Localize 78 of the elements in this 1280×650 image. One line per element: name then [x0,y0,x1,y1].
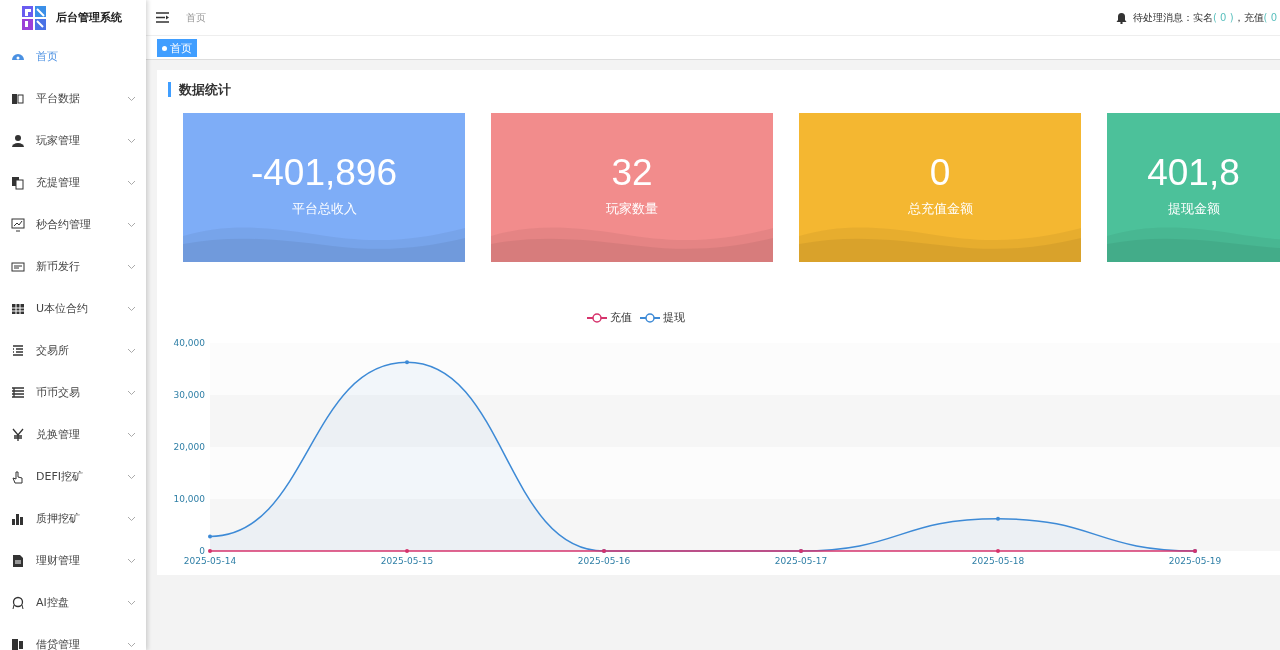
data-point [405,360,409,364]
chevron-down-icon [127,306,136,312]
list-icon [11,386,25,400]
sidebar-item[interactable]: 质押挖矿 [0,498,146,540]
sidebar-item[interactable]: 交易所 [0,330,146,372]
sidebar-item[interactable]: 借贷管理 [0,624,146,650]
chevron-down-icon [127,516,136,522]
chevron-down-icon [127,390,136,396]
logo-icon [22,6,46,30]
x-tick-label: 2025-05-16 [577,555,631,566]
data-point [208,548,212,553]
sidebar-item[interactable]: 秒合约管理 [0,204,146,246]
sidebar-item[interactable]: 平台数据 [0,78,146,120]
user-icon [11,134,25,148]
x-tick-label: 2025-05-17 [774,555,828,566]
y-tick-label: 10,000 [173,493,205,504]
x-tick-label: 2025-05-18 [971,555,1025,566]
notice-text: 待处理消息：实名( 0 )，充值( 0 [1133,11,1277,25]
sidebar-item[interactable]: 兑换管理 [0,414,146,456]
chevron-down-icon [127,642,136,648]
chevron-down-icon [127,474,136,480]
sidebar-item[interactable]: DEFI挖矿 [0,456,146,498]
section-title: 数据统计 [168,82,1280,97]
list-icon [11,344,25,358]
card-icon [11,260,25,274]
x-tick-label: 2025-05-14 [183,555,237,566]
stat-label: 平台总收入 [291,200,357,218]
sidebar-item[interactable]: 理财管理 [0,540,146,582]
stat-value: -401,896 [250,151,398,195]
chevron-down-icon [127,558,136,564]
x-tick-label: 2025-05-19 [1168,555,1222,566]
bell-icon [1116,11,1127,24]
chevron-down-icon [127,432,136,438]
legend-item[interactable]: 充值 [587,310,632,326]
copy-icon [11,176,25,190]
sidebar-item[interactable]: 新币发行 [0,246,146,288]
stat-label: 玩家数量 [606,200,658,218]
data-point [996,548,1000,553]
chevron-down-icon [127,264,136,270]
y-tick-label: 30,000 [173,389,205,400]
y-tick-label: 20,000 [173,441,205,452]
chevron-down-icon [127,138,136,144]
legend-item[interactable]: 提现 [640,310,685,326]
sidebar-item[interactable]: AI控盘 [0,582,146,624]
x-tick-label: 2025-05-15 [380,555,434,566]
stat-label: 总充值金额 [907,200,973,218]
y-tick-label: 0 [199,545,205,556]
sidebar-item[interactable]: 玩家管理 [0,120,146,162]
document-icon [11,554,25,568]
data-point [208,534,212,539]
sidebar-item[interactable]: 首页 [0,36,146,78]
chevron-down-icon [127,222,136,228]
chevron-down-icon [127,96,136,102]
legend-line-icon [587,312,607,323]
data-point [996,516,1000,521]
book-icon [11,638,25,650]
data-point [405,548,409,553]
stat-value: 0 [929,151,951,195]
stat-value: 32 [611,151,653,195]
bar-chart-icon [11,512,25,526]
sidebar-item[interactable]: U本位合约 [0,288,146,330]
book-icon [11,92,25,106]
grid-icon [11,302,25,316]
stat-value: 401,8 [1147,151,1240,195]
menu-icon[interactable] [156,12,170,23]
app-title: 后台管理系统 [56,9,122,26]
hand-icon [11,470,25,484]
sidebar-item[interactable]: 充提管理 [0,162,146,204]
robot-icon [11,596,25,610]
chevron-down-icon [127,180,136,186]
monitor-icon [11,218,25,232]
legend-line-icon [640,312,660,323]
chevron-down-icon [127,348,136,354]
stat-label: 提现金额 [1167,200,1220,218]
chevron-down-icon [127,600,136,606]
y-tick-label: 40,000 [173,337,205,348]
sidebar-item[interactable]: 币币交易 [0,372,146,414]
yen-icon [11,428,25,442]
